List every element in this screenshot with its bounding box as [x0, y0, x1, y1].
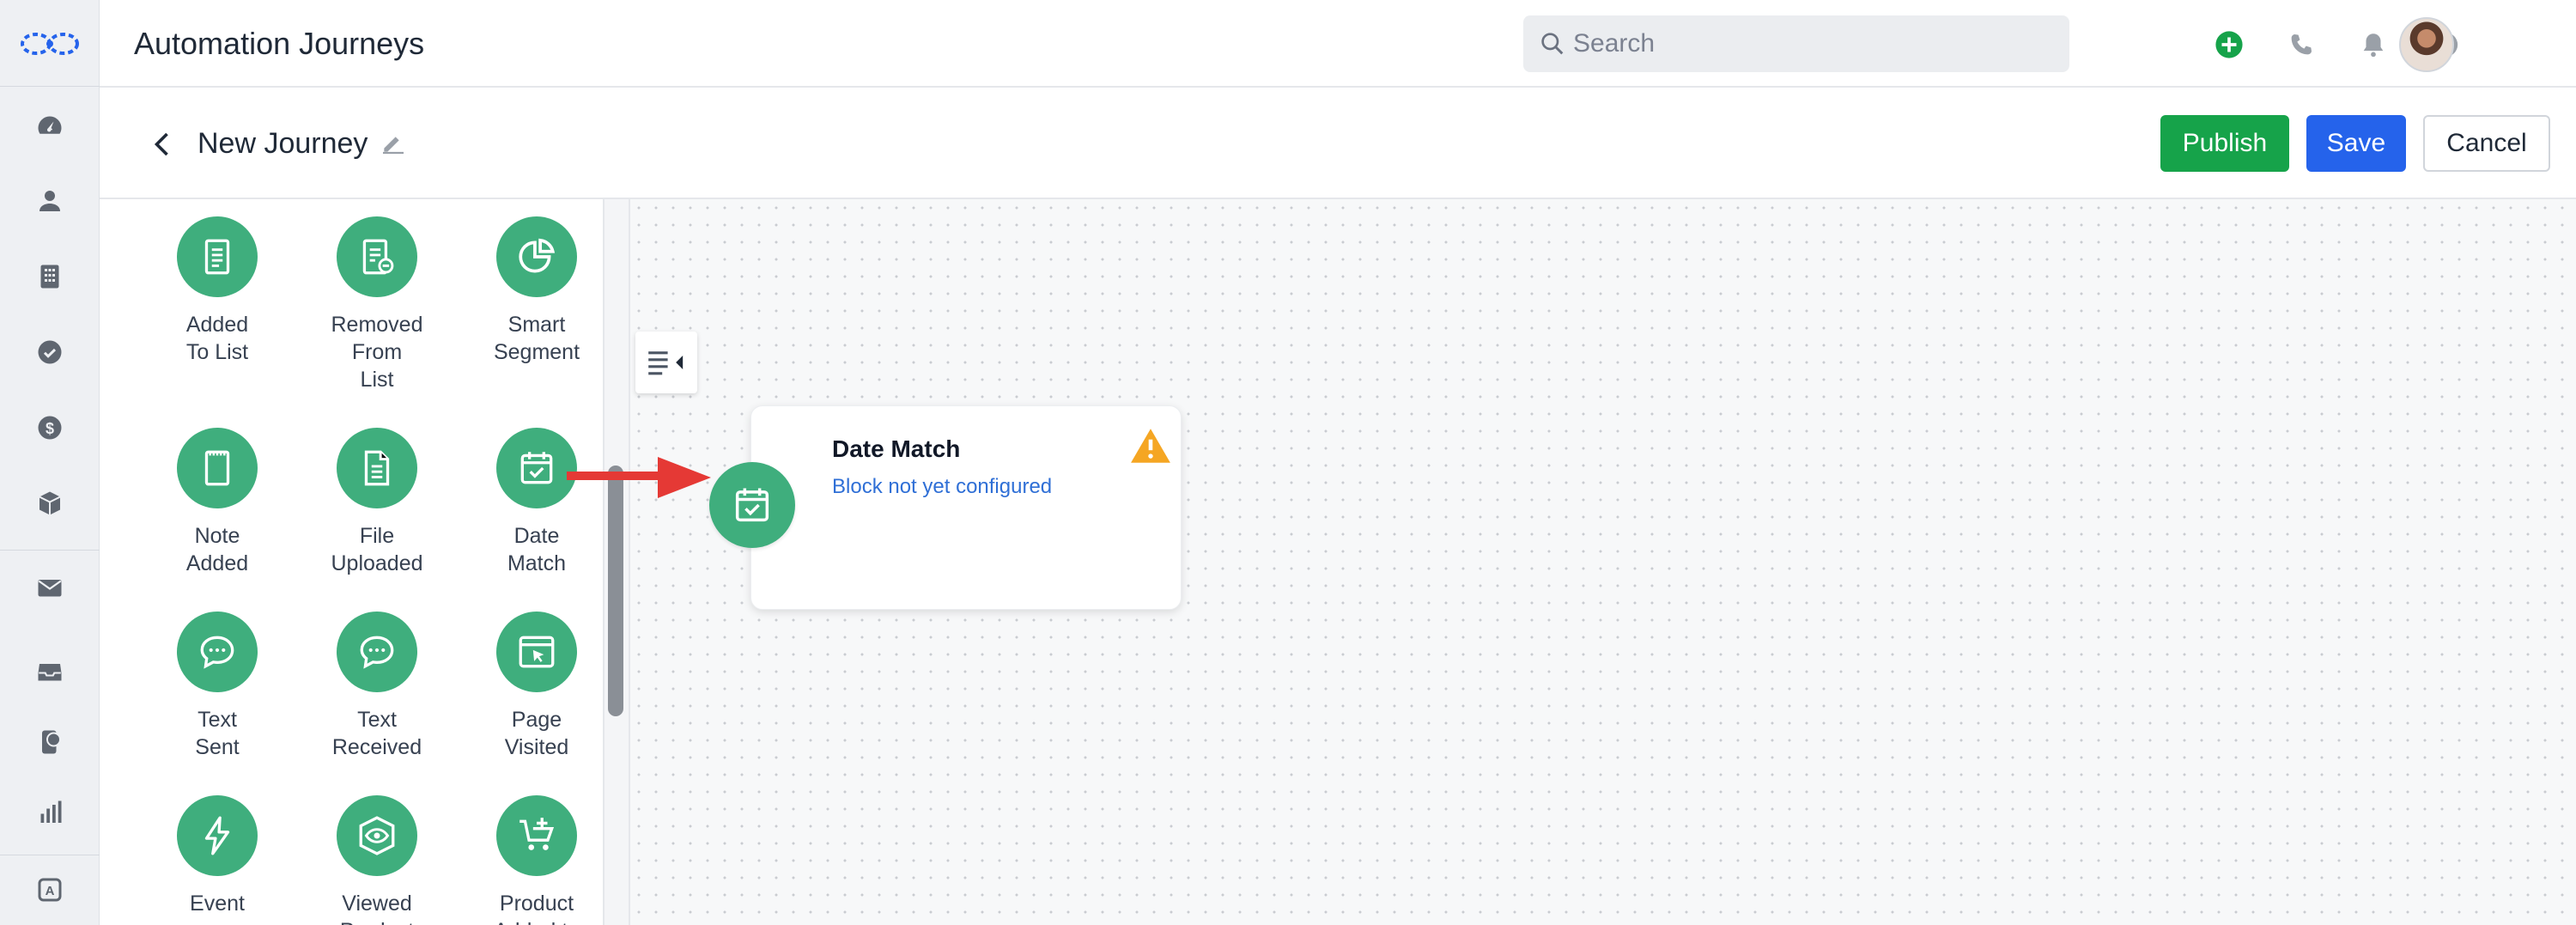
palette-item-date-match[interactable]: Date Match — [459, 428, 603, 577]
svg-text:$: $ — [46, 420, 54, 437]
journey-node-card[interactable]: Date Match Block not yet configured — [750, 405, 1182, 610]
dashboard-icon[interactable] — [29, 105, 70, 146]
app-title: Automation Journeys — [134, 26, 425, 61]
edit-pencil-icon[interactable] — [380, 129, 407, 156]
publish-button[interactable]: Publish — [2160, 115, 2289, 172]
reports-bar-chart-icon[interactable] — [29, 792, 70, 833]
search-box[interactable] — [1523, 15, 2069, 72]
automation-settings-icon[interactable]: A — [29, 869, 70, 910]
browser-click-icon — [496, 612, 577, 692]
palette-item-text-sent[interactable]: Text Sent — [140, 612, 295, 761]
companies-icon[interactable] — [29, 256, 70, 297]
node-status-link[interactable]: Block not yet configured — [832, 475, 1052, 499]
journey-canvas[interactable]: Date Match Block not yet configured — [630, 199, 2576, 925]
file-icon — [337, 428, 417, 508]
add-plus-icon[interactable] — [2212, 27, 2246, 62]
app-logo-icon[interactable] — [17, 22, 82, 65]
rail-divider — [0, 550, 100, 551]
contacts-icon[interactable] — [29, 180, 70, 222]
save-button[interactable]: Save — [2306, 115, 2406, 172]
palette-item-label: Event — [190, 892, 245, 916]
palette-item-label: Added To List — [185, 313, 249, 364]
lightning-icon — [177, 795, 258, 876]
collapse-palette-button[interactable] — [635, 332, 697, 393]
palette-scrollbar-thumb[interactable] — [608, 466, 623, 716]
journey-header: New Journey Publish Save Cancel — [100, 89, 2576, 199]
calendar-check-icon — [496, 428, 577, 508]
journey-title[interactable]: New Journey — [197, 127, 368, 161]
deals-dollar-icon[interactable]: $ — [29, 407, 70, 448]
note-icon — [177, 428, 258, 508]
phone-icon[interactable] — [2284, 27, 2318, 62]
back-arrow-icon[interactable] — [148, 129, 179, 160]
drag-indicator-arrow-icon — [567, 457, 711, 498]
palette-item-smart-segment[interactable]: Smart Segment — [459, 216, 603, 366]
palette-item-file-uploaded[interactable]: File Uploaded — [300, 428, 454, 577]
palette-item-added-to-list[interactable]: Added To List — [140, 216, 295, 366]
collapse-menu-icon — [648, 351, 683, 375]
palette-item-viewed-product[interactable]: Viewed Product — [300, 795, 454, 925]
journeys-phone-chat-icon[interactable] — [29, 721, 70, 763]
box-eye-icon — [337, 795, 417, 876]
palette-item-label: Viewed Product — [340, 892, 414, 925]
palette-item-page-visited[interactable]: Page Visited — [459, 612, 603, 761]
warning-triangle-icon — [1131, 429, 1170, 463]
trigger-palette: Added To List Removed From List Smart Se… — [100, 199, 603, 925]
chat-received-icon — [337, 612, 417, 692]
list-add-icon — [177, 216, 258, 297]
palette-item-label: Date Match — [507, 524, 567, 575]
palette-item-product-added[interactable]: Product Added to — [459, 795, 603, 925]
products-box-icon[interactable] — [29, 483, 70, 524]
node-calendar-check-icon[interactable] — [709, 462, 795, 548]
email-envelope-icon[interactable] — [29, 567, 70, 608]
search-input[interactable] — [1573, 29, 2054, 58]
palette-item-removed-from-list[interactable]: Removed From List — [300, 216, 454, 393]
cancel-button[interactable]: Cancel — [2423, 115, 2550, 172]
search-icon — [1541, 33, 1564, 55]
bell-notification-icon[interactable] — [2356, 27, 2391, 62]
top-bar: Automation Journeys ? — [100, 0, 2576, 88]
palette-item-label: Text Sent — [195, 708, 240, 759]
palette-item-note-added[interactable]: Note Added — [140, 428, 295, 577]
palette-item-label: Note Added — [185, 524, 249, 575]
palette-item-label: Page Visited — [504, 708, 569, 759]
inbox-tray-icon[interactable] — [29, 651, 70, 692]
palette-item-label: File Uploaded — [331, 524, 423, 575]
palette-item-text-received[interactable]: Text Received — [300, 612, 454, 761]
svg-text:A: A — [46, 884, 55, 898]
tasks-check-icon[interactable] — [29, 332, 70, 373]
palette-item-label: Text Received — [331, 708, 422, 759]
palette-item-label: Smart Segment — [493, 313, 580, 364]
node-title: Date Match — [832, 435, 961, 462]
pie-segment-icon — [496, 216, 577, 297]
user-avatar[interactable] — [2399, 17, 2454, 72]
chat-sent-icon — [177, 612, 258, 692]
cart-add-icon — [496, 795, 577, 876]
palette-item-label: Removed From List — [331, 313, 423, 392]
rail-divider — [0, 86, 100, 87]
list-remove-icon — [337, 216, 417, 297]
palette-item-label: Product Added to — [494, 892, 580, 925]
left-nav-rail: $ A — [0, 0, 100, 925]
palette-item-event[interactable]: Event — [140, 795, 295, 917]
